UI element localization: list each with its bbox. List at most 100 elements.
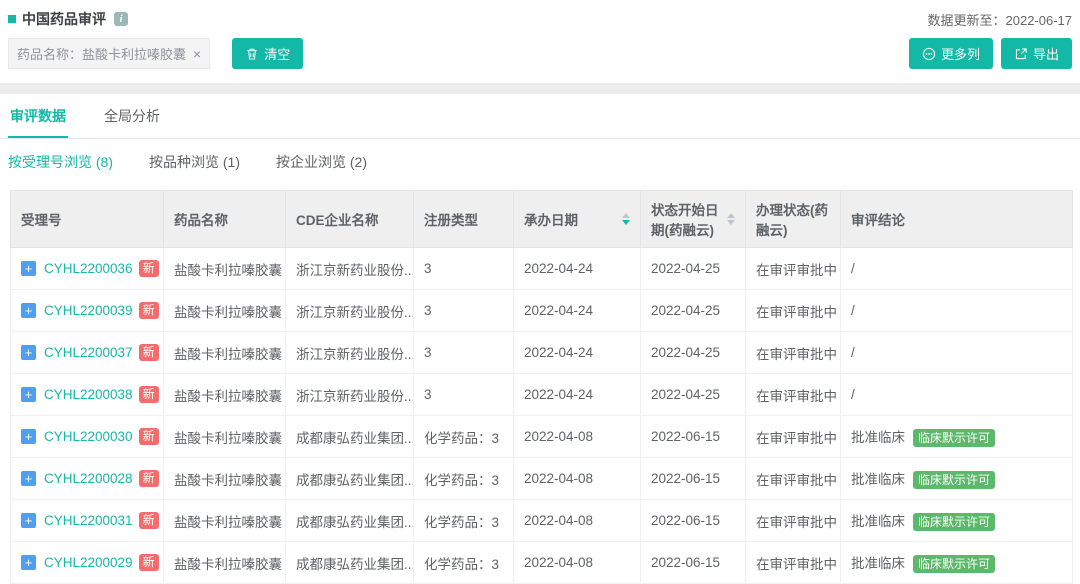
expand-row-button[interactable]: + <box>21 555 36 570</box>
review-conclusion-cell: / <box>841 248 1073 290</box>
status-start-date-cell: 2022-06-15 <box>641 458 746 500</box>
registration-type-cell: 3 <box>414 248 514 290</box>
acceptance-number-link[interactable]: CYHL2200029 <box>44 555 133 570</box>
expand-row-button[interactable]: + <box>21 471 36 486</box>
section-divider <box>0 83 1080 94</box>
review-data-table: 受理号药品名称CDE企业名称注册类型承办日期状态开始日期(药融云)办理状态(药融… <box>10 190 1073 584</box>
accept-date-cell: 2022-04-24 <box>514 374 641 416</box>
tab-global-analysis[interactable]: 全局分析 <box>102 94 162 138</box>
status-start-date-cell: 2022-04-25 <box>641 374 746 416</box>
subtab-by-variety[interactable]: 按品种浏览 (1) <box>149 152 240 172</box>
filter-tag-close-icon[interactable]: × <box>193 47 201 61</box>
new-badge: 新 <box>139 302 159 320</box>
registration-type-cell: 3 <box>414 290 514 332</box>
more-columns-label: 更多列 <box>941 44 980 63</box>
cde-company-cell: 成都康弘药业集团... <box>286 458 414 500</box>
review-conclusion-cell: 批准临床临床默示许可 <box>841 542 1073 584</box>
table-header-row: 受理号药品名称CDE企业名称注册类型承办日期状态开始日期(药融云)办理状态(药融… <box>11 191 1073 248</box>
sort-carets-icon[interactable] <box>727 213 735 225</box>
cde-company-cell: 浙江京新药业股份... <box>286 248 414 290</box>
column-header-label: 药品名称 <box>174 209 228 229</box>
accept-date-cell: 2022-04-24 <box>514 290 641 332</box>
sort-carets-icon[interactable] <box>622 213 630 225</box>
table-row: +CYHL2200030新盐酸卡利拉嗪胶囊成都康弘药业集团...化学药品：320… <box>11 416 1073 458</box>
registration-type-cell: 化学药品：3 <box>414 542 514 584</box>
review-conclusion-cell: / <box>841 374 1073 416</box>
status-start-date-cell: 2022-06-15 <box>641 416 746 458</box>
cde-company-cell: 成都康弘药业集团... <box>286 542 414 584</box>
accept-date-cell: 2022-04-08 <box>514 416 641 458</box>
new-badge: 新 <box>139 470 159 488</box>
export-label: 导出 <box>1033 44 1059 63</box>
registration-type-cell: 3 <box>414 332 514 374</box>
review-conclusion-cell: 批准临床临床默示许可 <box>841 458 1073 500</box>
filter-tag: 药品名称：盐酸卡利拉嗪胶囊 × <box>8 38 210 69</box>
review-conclusion-text: / <box>851 387 855 402</box>
subtab-by-enterprise[interactable]: 按企业浏览 (2) <box>276 152 367 172</box>
info-icon[interactable]: i <box>114 12 128 26</box>
export-button[interactable]: 导出 <box>1001 38 1072 69</box>
acceptance-number-link[interactable]: CYHL2200031 <box>44 513 133 528</box>
tab-review-data[interactable]: 审评数据 <box>8 94 68 138</box>
status-start-date-cell: 2022-04-25 <box>641 332 746 374</box>
drug-name-cell: 盐酸卡利拉嗪胶囊 <box>164 542 286 584</box>
expand-row-button[interactable]: + <box>21 261 36 276</box>
acceptance-number-link[interactable]: CYHL2200028 <box>44 471 133 486</box>
clinical-implied-license-badge: 临床默示许可 <box>913 513 995 531</box>
trash-icon <box>245 47 259 61</box>
column-header: 药品名称 <box>164 191 286 248</box>
handling-status-cell: 在审评审批中 <box>746 416 841 458</box>
table-row: +CYHL2200037新盐酸卡利拉嗪胶囊浙江京新药业股份...32022-04… <box>11 332 1073 374</box>
cde-company-cell: 浙江京新药业股份... <box>286 290 414 332</box>
accept-date-cell: 2022-04-08 <box>514 500 641 542</box>
expand-row-button[interactable]: + <box>21 429 36 444</box>
handling-status-cell: 在审评审批中 <box>746 542 841 584</box>
expand-row-button[interactable]: + <box>21 345 36 360</box>
new-badge: 新 <box>139 554 159 572</box>
review-conclusion-text: 批准临床 <box>851 430 905 445</box>
acceptance-number-link[interactable]: CYHL2200030 <box>44 429 133 444</box>
accept-date-cell: 2022-04-08 <box>514 458 641 500</box>
clear-button[interactable]: 清空 <box>232 38 303 69</box>
column-header-label: 办理状态(药融云) <box>756 199 830 239</box>
table-row: +CYHL2200031新盐酸卡利拉嗪胶囊成都康弘药业集团...化学药品：320… <box>11 500 1073 542</box>
column-header-label: 受理号 <box>21 209 62 229</box>
handling-status-cell: 在审评审批中 <box>746 374 841 416</box>
acceptance-number-link[interactable]: CYHL2200039 <box>44 303 133 318</box>
table-row: +CYHL2200029新盐酸卡利拉嗪胶囊成都康弘药业集团...化学药品：320… <box>11 542 1073 584</box>
registration-type-cell: 3 <box>414 374 514 416</box>
expand-row-button[interactable]: + <box>21 387 36 402</box>
acceptance-number-link[interactable]: CYHL2200037 <box>44 345 133 360</box>
expand-row-button[interactable]: + <box>21 303 36 318</box>
handling-status-cell: 在审评审批中 <box>746 290 841 332</box>
export-icon <box>1014 47 1028 61</box>
review-conclusion-cell: 批准临床临床默示许可 <box>841 416 1073 458</box>
column-header-label: 审评结论 <box>851 209 905 229</box>
registration-type-cell: 化学药品：3 <box>414 416 514 458</box>
new-badge: 新 <box>139 344 159 362</box>
review-conclusion-text: / <box>851 261 855 276</box>
table-row: +CYHL2200038新盐酸卡利拉嗪胶囊浙江京新药业股份...32022-04… <box>11 374 1073 416</box>
more-columns-button[interactable]: 更多列 <box>909 38 993 69</box>
acceptance-number-link[interactable]: CYHL2200036 <box>44 261 133 276</box>
review-conclusion-cell: 批准临床临床默示许可 <box>841 500 1073 542</box>
acceptance-number-link[interactable]: CYHL2200038 <box>44 387 133 402</box>
column-header: 审评结论 <box>841 191 1073 248</box>
cde-company-cell: 成都康弘药业集团... <box>286 416 414 458</box>
registration-type-cell: 化学药品：3 <box>414 500 514 542</box>
review-conclusion-cell: / <box>841 290 1073 332</box>
review-conclusion-text: / <box>851 303 855 318</box>
status-start-date-cell: 2022-04-25 <box>641 248 746 290</box>
status-start-date-cell: 2022-04-25 <box>641 290 746 332</box>
expand-row-button[interactable]: + <box>21 513 36 528</box>
review-conclusion-text: 批准临床 <box>851 556 905 571</box>
status-start-date-cell: 2022-06-15 <box>641 500 746 542</box>
page-header: 中国药品审评 i 数据更新至：2022-06-17 <box>0 0 1080 29</box>
subtab-by-acceptance-no[interactable]: 按受理号浏览 (8) <box>8 152 113 172</box>
handling-status-cell: 在审评审批中 <box>746 248 841 290</box>
new-badge: 新 <box>139 260 159 278</box>
column-header: 注册类型 <box>414 191 514 248</box>
filter-tag-label: 药品名称：盐酸卡利拉嗪胶囊 <box>17 44 186 63</box>
column-header: 状态开始日期(药融云) <box>641 191 746 248</box>
registration-type-cell: 化学药品：3 <box>414 458 514 500</box>
